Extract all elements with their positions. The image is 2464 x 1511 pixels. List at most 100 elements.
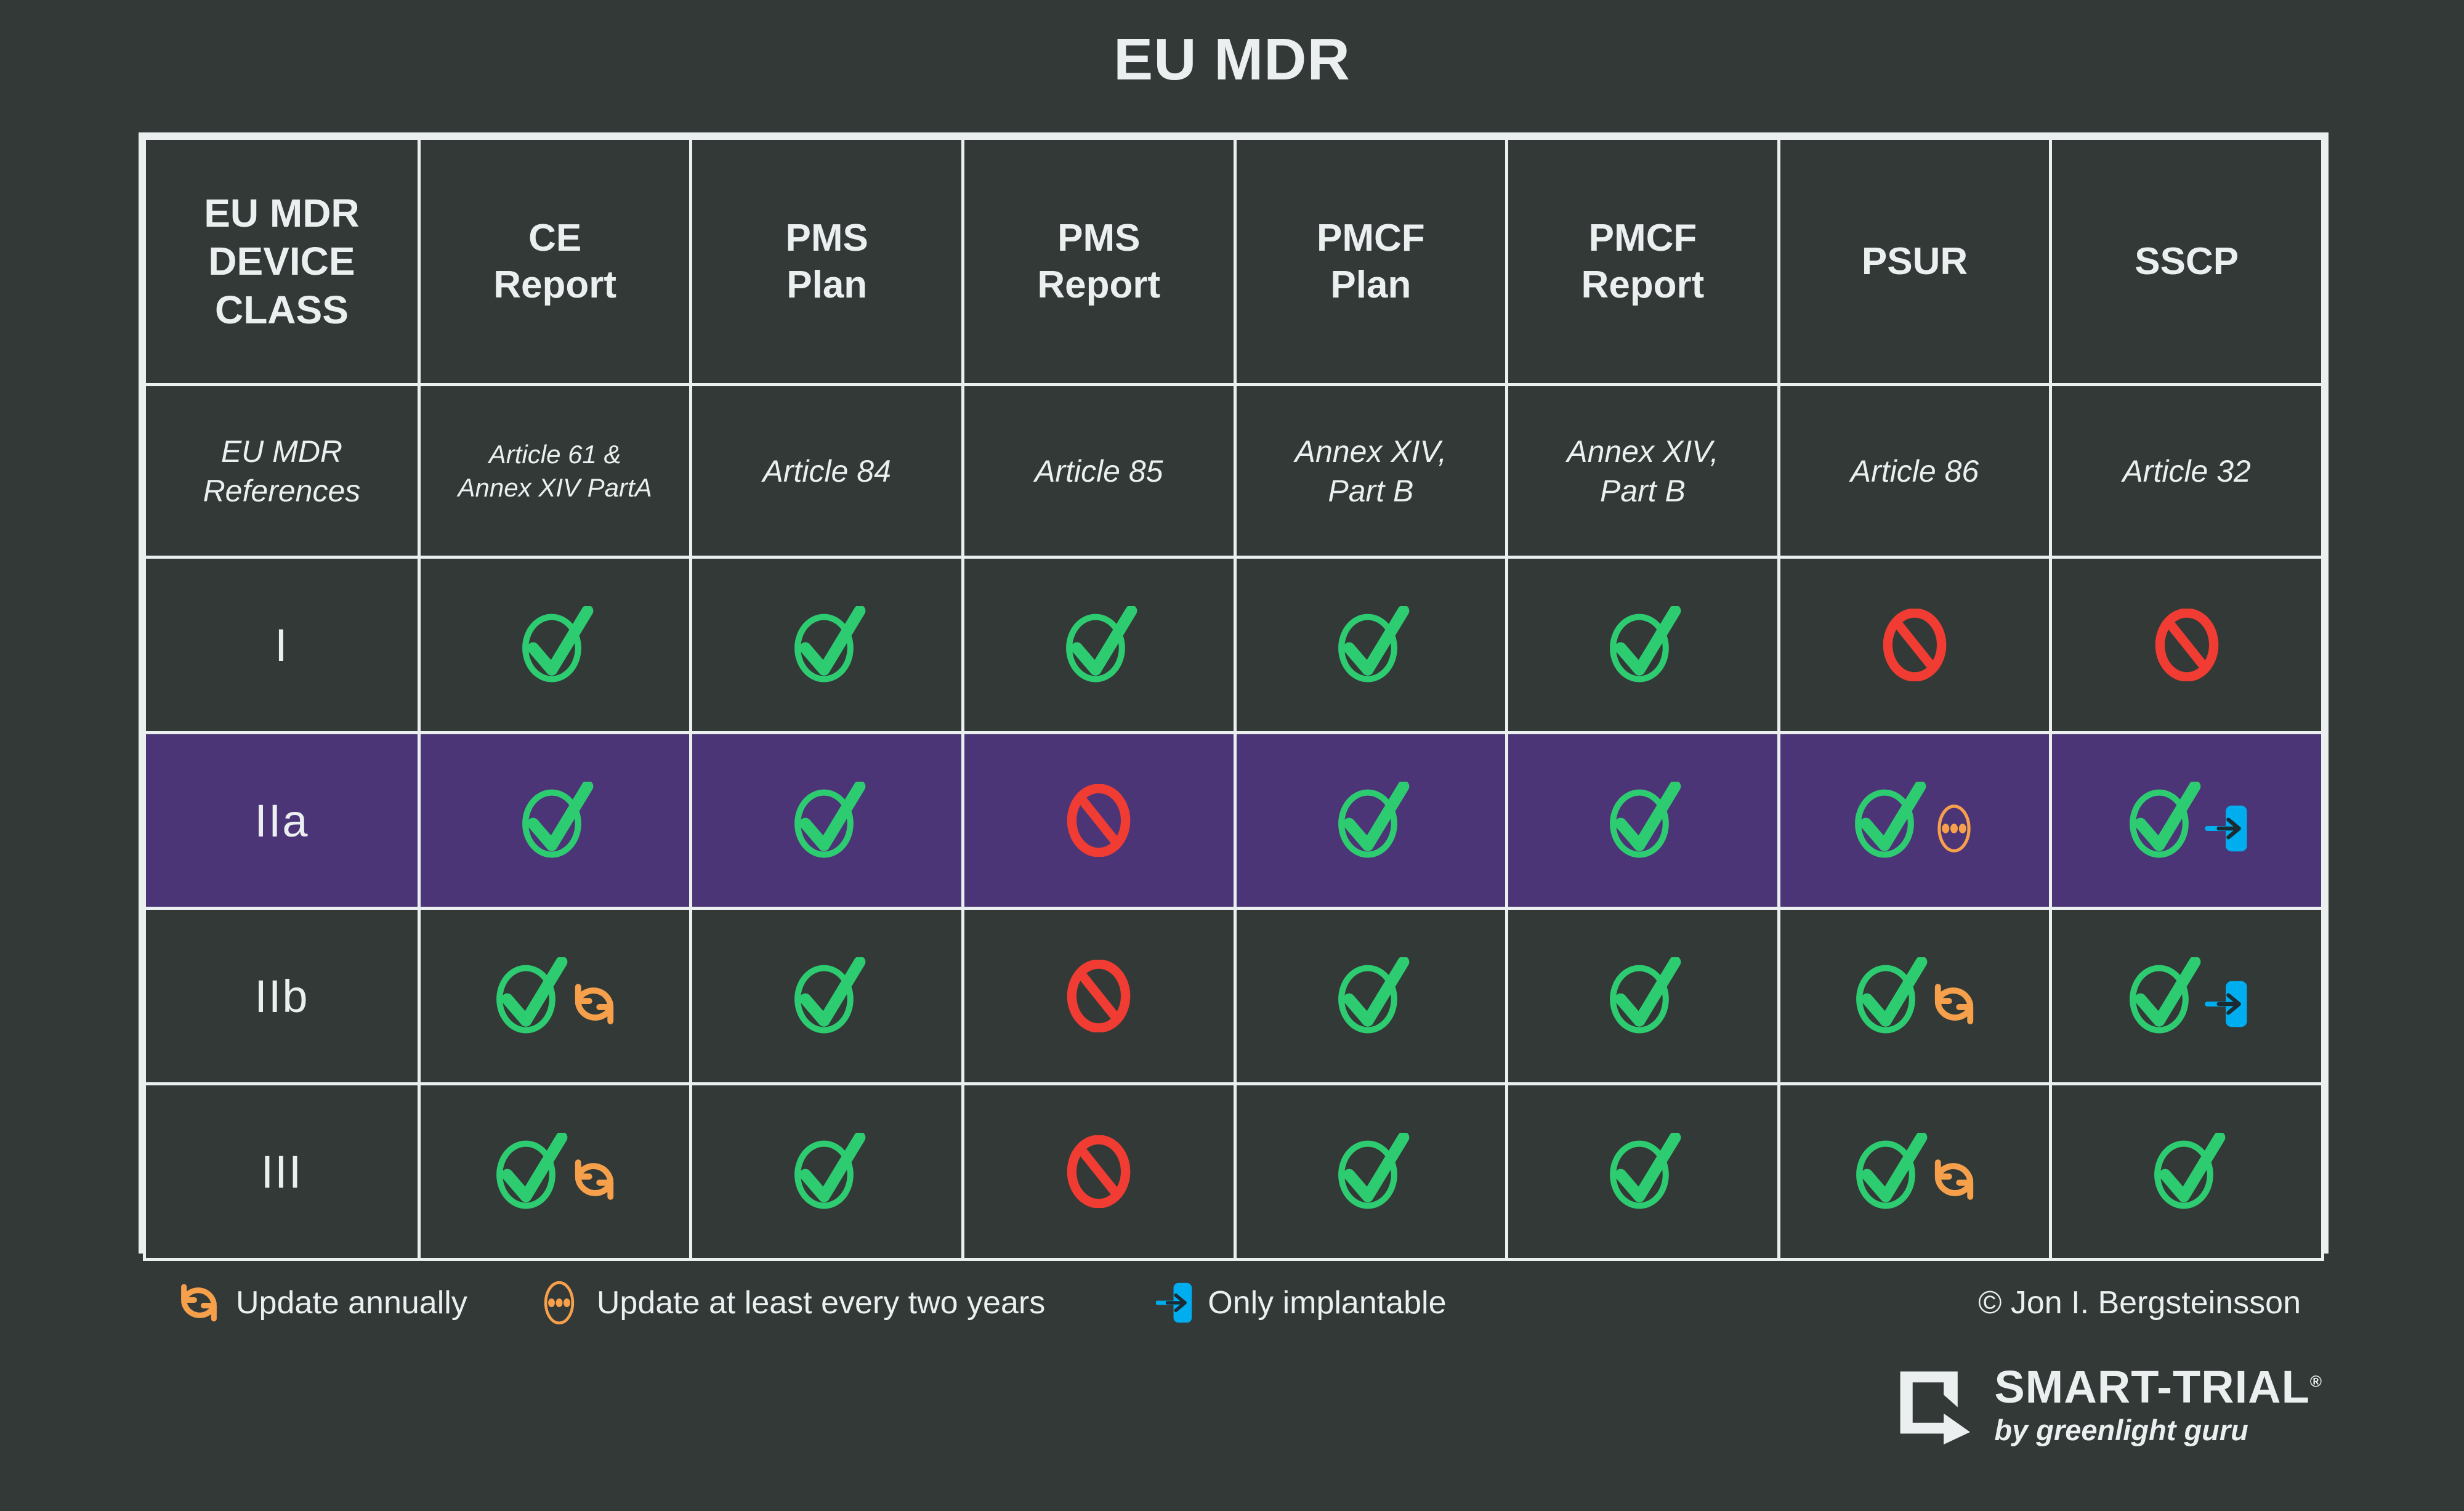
implantable-arrow-icon (2204, 981, 2247, 1027)
header-cell-col-device-class: EU MDR DEVICE CLASS (143, 137, 421, 386)
col-psur-label: PSUR (1861, 240, 1968, 283)
status-cell-content (692, 1085, 961, 1258)
status-cell-content (421, 734, 690, 907)
check-circle-icon (2154, 1133, 2226, 1209)
status-cell (1505, 907, 1780, 1085)
status-cell (1505, 1082, 1780, 1261)
dots-circle-icon (544, 1281, 575, 1325)
header-cell-col-pms-plan: PMS Plan (689, 137, 964, 386)
legend-label: Update at least every two years (596, 1285, 1046, 1321)
status-cell-content (1780, 734, 2050, 907)
status-cell (1233, 556, 1509, 734)
status-cell-content (1780, 559, 2050, 731)
check-circle-icon (1856, 1133, 1928, 1209)
status-cell (961, 556, 1237, 734)
check-circle-icon (794, 782, 866, 858)
registered-mark: ® (2309, 1372, 2322, 1391)
col-pmcf-plan-label: PMCF Plan (1317, 216, 1425, 306)
status-cell-content (1237, 734, 1506, 907)
status-cell-content (1237, 559, 1506, 731)
device-class-label: IIb (254, 970, 309, 1022)
legend-label: Update annually (236, 1285, 467, 1321)
table-row: IIb (143, 907, 2324, 1085)
table-row: III (143, 1082, 2324, 1261)
legend-item-refresh-annual-icon: Update annually (176, 1279, 467, 1326)
brand-tagline: by greenlight guru (1994, 1414, 2248, 1446)
device-class-label: III (261, 1146, 303, 1197)
prohibited-icon (1883, 609, 1947, 681)
col-ce-report-label: CE Report (493, 216, 617, 306)
status-cell (1505, 556, 1780, 734)
status-cell-content (421, 1085, 690, 1258)
check-circle-icon (1610, 782, 1681, 858)
check-circle-icon (1066, 606, 1137, 683)
header-cell-col-pms-report: PMS Report (961, 137, 1237, 386)
header-cell-col-pmcf-plan: PMCF Plan (1233, 137, 1509, 386)
page-title: EU MDR (1113, 26, 1351, 92)
col-sscp-label: SSCP (2135, 240, 2239, 283)
reference-cell-6: Article 86 (1777, 383, 2053, 559)
check-circle-icon (522, 606, 594, 683)
check-circle-icon (2129, 782, 2201, 858)
prohibited-icon (1067, 784, 1131, 857)
prohibited-icon (1067, 1135, 1131, 1208)
check-circle-icon (794, 606, 866, 683)
brand-name-text: SMART-TRIAL (1994, 1361, 2310, 1412)
prohibited-icon (2155, 609, 2218, 681)
check-circle-icon (794, 957, 866, 1034)
status-cell-content (964, 1085, 1234, 1258)
status-cell-content (1237, 1085, 1506, 1258)
device-class-cell: I (143, 556, 421, 734)
check-circle-icon (1338, 782, 1410, 858)
status-cell (961, 731, 1237, 910)
col-device-class-label: EU MDR DEVICE CLASS (204, 191, 360, 332)
status-cell (1233, 731, 1509, 910)
status-cell (961, 907, 1237, 1085)
reference-text-1: Article 61 & Annex XIV PartA (458, 439, 652, 502)
check-circle-icon (1338, 606, 1410, 683)
check-circle-icon (1338, 957, 1410, 1034)
col-pms-report-label: PMS Report (1037, 216, 1161, 306)
status-cell (2049, 907, 2324, 1085)
status-cell (1505, 731, 1780, 910)
device-class-cell: III (143, 1082, 421, 1261)
status-cell-content (964, 734, 1234, 907)
smart-trial-mark-icon (1900, 1371, 1971, 1445)
status-cell-content (1237, 910, 1506, 1082)
status-cell (417, 731, 693, 910)
reference-cell-7: Article 32 (2049, 383, 2324, 559)
status-cell (1777, 1082, 2053, 1261)
status-cell (417, 1082, 693, 1261)
brand-text: SMART-TRIAL® by greenlight guru (1994, 1364, 2322, 1447)
brand-name: SMART-TRIAL® (1994, 1364, 2322, 1410)
col-pms-plan-label: PMS Plan (785, 216, 868, 306)
status-cell-content (692, 734, 961, 907)
reference-cell-1: Article 61 & Annex XIV PartA (417, 383, 693, 559)
refresh-annual-icon (1934, 1159, 1974, 1200)
reference-text-7: Article 32 (2122, 453, 2251, 488)
status-cell (417, 907, 693, 1085)
table-row: IIa (143, 731, 2324, 910)
header-cell-col-ce-report: CE Report (417, 137, 693, 386)
reference-text-0: EU MDR References (203, 434, 361, 508)
requirements-table: EU MDR DEVICE CLASS CE Report PMS Plan PMS … (143, 137, 2324, 1261)
status-cell-content (1508, 910, 1777, 1082)
status-cell (1777, 556, 2053, 734)
status-cell-content (692, 559, 961, 731)
status-cell-content (1508, 559, 1777, 731)
implantable-arrow-icon (1156, 1282, 1192, 1323)
status-cell-content (2052, 734, 2321, 907)
copyright-text: © Jon I. Bergsteinsson (1978, 1285, 2301, 1321)
reference-text-2: Article 84 (762, 453, 891, 488)
reference-cell-3: Article 85 (961, 383, 1237, 559)
status-cell (689, 907, 964, 1085)
check-circle-icon (1856, 957, 1928, 1034)
header-cell-col-pmcf-report: PMCF Report (1505, 137, 1780, 386)
legend-item-implantable-arrow-icon: Only implantable (1156, 1278, 1447, 1327)
prohibited-icon (1067, 960, 1131, 1032)
check-circle-icon (496, 1133, 568, 1209)
status-cell-content (421, 559, 690, 731)
check-circle-icon (496, 957, 568, 1034)
table-reference-row: EU MDR References Article 61 & Annex XIV … (143, 383, 2324, 559)
reference-text-4: Annex XIV, Part B (1295, 434, 1447, 508)
